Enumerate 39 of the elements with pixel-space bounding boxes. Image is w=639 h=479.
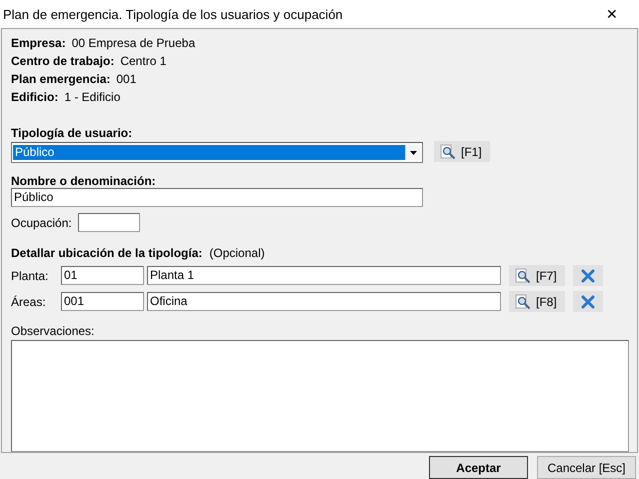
name-field[interactable]: Oficina bbox=[147, 292, 501, 311]
info-value: Centro 1 bbox=[120, 54, 166, 68]
code-field[interactable]: 01 bbox=[61, 266, 144, 285]
dropdown-arrow-icon bbox=[410, 150, 417, 154]
search-icon bbox=[515, 294, 531, 310]
info-label: Plan emergencia: bbox=[11, 72, 110, 86]
occupancy-field[interactable] bbox=[78, 213, 140, 232]
name-field[interactable]: Público bbox=[11, 188, 423, 207]
close-icon bbox=[580, 294, 595, 308]
clear-button[interactable] bbox=[572, 291, 603, 312]
close-button[interactable]: ✕ bbox=[597, 0, 627, 28]
section-label: Nombre o denominación: bbox=[11, 174, 157, 188]
info-label: Centro de trabajo: bbox=[11, 54, 114, 68]
notes-field[interactable] bbox=[11, 340, 629, 452]
clear-button[interactable] bbox=[572, 265, 603, 286]
search-button[interactable]: [F7] bbox=[509, 265, 565, 286]
optional-note: (Opcional) bbox=[209, 246, 265, 260]
field-label: Planta: bbox=[11, 268, 50, 282]
search-button[interactable]: [F8] bbox=[509, 291, 565, 312]
info-label: Empresa: bbox=[11, 36, 66, 50]
name-field[interactable]: Planta 1 bbox=[147, 266, 501, 285]
search-icon bbox=[440, 144, 456, 160]
field-label: Ocupación: bbox=[11, 216, 72, 230]
code-field[interactable]: 001 bbox=[61, 292, 144, 311]
info-value: 001 bbox=[116, 72, 136, 86]
info-value: 00 Empresa de Prueba bbox=[72, 36, 196, 50]
section-label: Detallar ubicación de la tipología: bbox=[11, 246, 202, 260]
search-button[interactable]: [F1] bbox=[434, 141, 490, 162]
field-label: Observaciones: bbox=[11, 324, 96, 338]
close-icon bbox=[580, 268, 595, 282]
field-label: Áreas: bbox=[11, 294, 47, 308]
window-title: Plan de emergencia. Tipología de los usuarios y ocupación bbox=[3, 6, 343, 22]
search-icon bbox=[515, 268, 531, 284]
info-value: 1 - Edificio bbox=[64, 90, 120, 104]
section-label: Tipología de usuario: bbox=[11, 126, 134, 140]
accept-button[interactable]: Aceptar bbox=[429, 456, 528, 479]
user-type-dropdown[interactable]: Público bbox=[11, 142, 423, 163]
info-label: Edificio: bbox=[11, 90, 58, 104]
cancel-button[interactable]: Cancelar [Esc] bbox=[537, 456, 636, 479]
